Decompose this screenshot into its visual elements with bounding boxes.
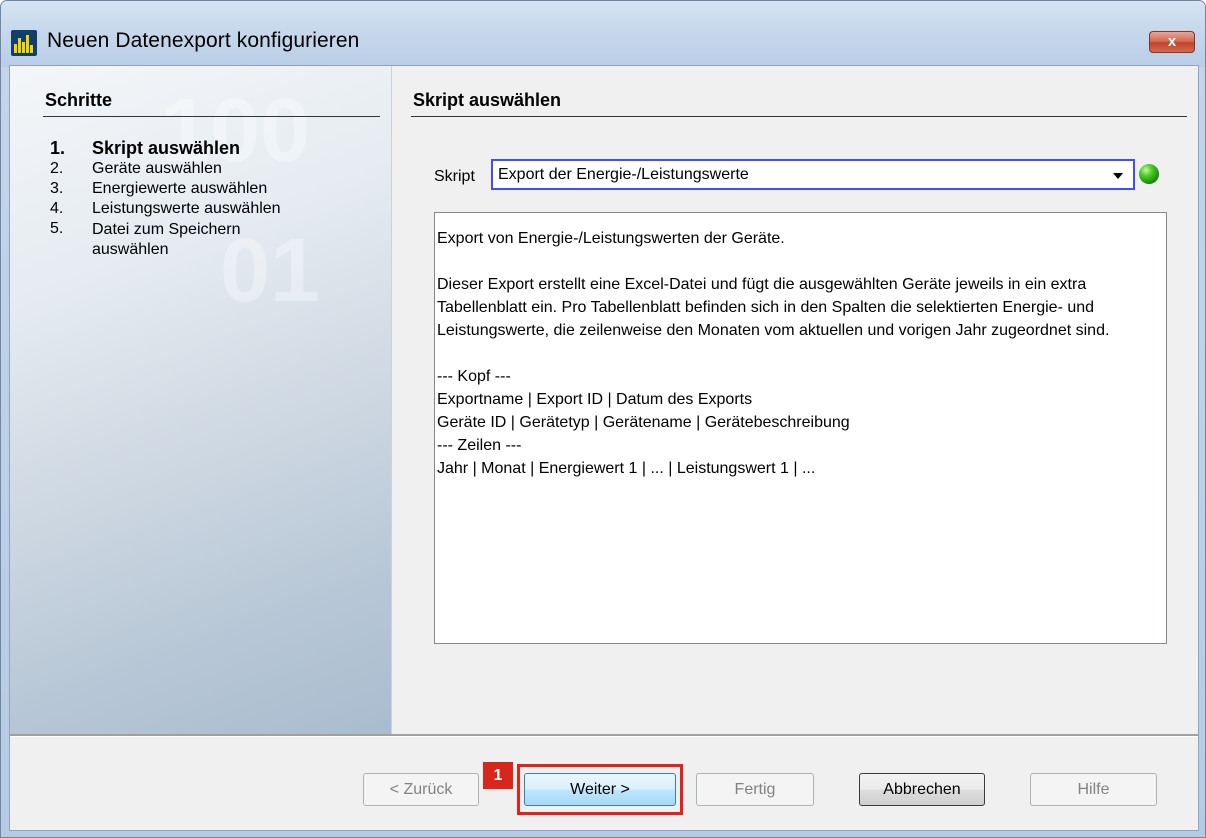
step-number: 3. — [50, 180, 64, 197]
next-button-highlight — [517, 764, 683, 815]
description-line: --- Kopf --- — [437, 368, 511, 385]
step-number: 1. — [50, 138, 66, 158]
step-label: Leistungswerte auswählen — [92, 200, 281, 217]
step-number: 4. — [50, 200, 64, 217]
script-description-box[interactable]: Export von Energie-/Leistungswerten der … — [434, 212, 1167, 644]
dialog-client-area: 100 01 Schritte 1. Skript auswählen 2. G… — [9, 65, 1199, 831]
back-button[interactable]: < Zurück — [363, 773, 479, 806]
status-led-icon — [1139, 164, 1159, 184]
help-button[interactable]: Hilfe — [1030, 773, 1157, 806]
app-logo-icon — [11, 30, 37, 56]
step-label: Skript auswählen — [92, 138, 241, 158]
description-line: Jahr | Monat | Energiewert 1 | ... | Lei… — [437, 460, 816, 477]
step-label: Datei zum Speichern auswählen — [92, 221, 241, 258]
dropdown-arrow-icon[interactable] — [1113, 173, 1123, 179]
script-dropdown-value: Export der Energie-/Leistungswerte — [498, 166, 749, 183]
description-line: --- Zeilen --- — [437, 437, 522, 454]
step-label: Geräte auswählen — [92, 160, 222, 177]
steps-panel: 100 01 Schritte 1. Skript auswählen 2. G… — [10, 66, 392, 734]
description-line: Dieser Export erstellt eine Excel-Datei … — [437, 276, 1110, 339]
callout-number-badge: 1 — [483, 762, 513, 789]
steps-title: Schritte — [45, 90, 113, 110]
description-line: Geräte ID | Gerätetyp | Gerätename | Ger… — [437, 414, 850, 431]
page-title: Skript auswählen — [413, 90, 562, 110]
step-number: 5. — [50, 220, 64, 237]
description-line: Exportname | Export ID | Datum des Expor… — [437, 391, 753, 408]
step-number: 2. — [50, 160, 64, 177]
button-bar-divider — [10, 734, 1198, 737]
title-bar[interactable]: Neuen Datenexport konfigurieren x — [1, 1, 1205, 67]
script-dropdown[interactable]: Export der Energie-/Leistungswerte — [491, 159, 1135, 190]
steps-divider — [43, 116, 380, 117]
window-title: Neuen Datenexport konfigurieren — [47, 29, 360, 52]
dialog-window: Neuen Datenexport konfigurieren x 100 01… — [0, 0, 1206, 838]
close-button[interactable]: x — [1149, 31, 1195, 53]
script-label: Skript — [434, 168, 475, 185]
cancel-button[interactable]: Abbrechen — [859, 773, 985, 806]
description-line: Export von Energie-/Leistungswerten der … — [437, 230, 785, 247]
finish-button[interactable]: Fertig — [696, 773, 814, 806]
page-title-divider — [411, 116, 1187, 117]
step-label: Energiewerte auswählen — [92, 180, 268, 197]
